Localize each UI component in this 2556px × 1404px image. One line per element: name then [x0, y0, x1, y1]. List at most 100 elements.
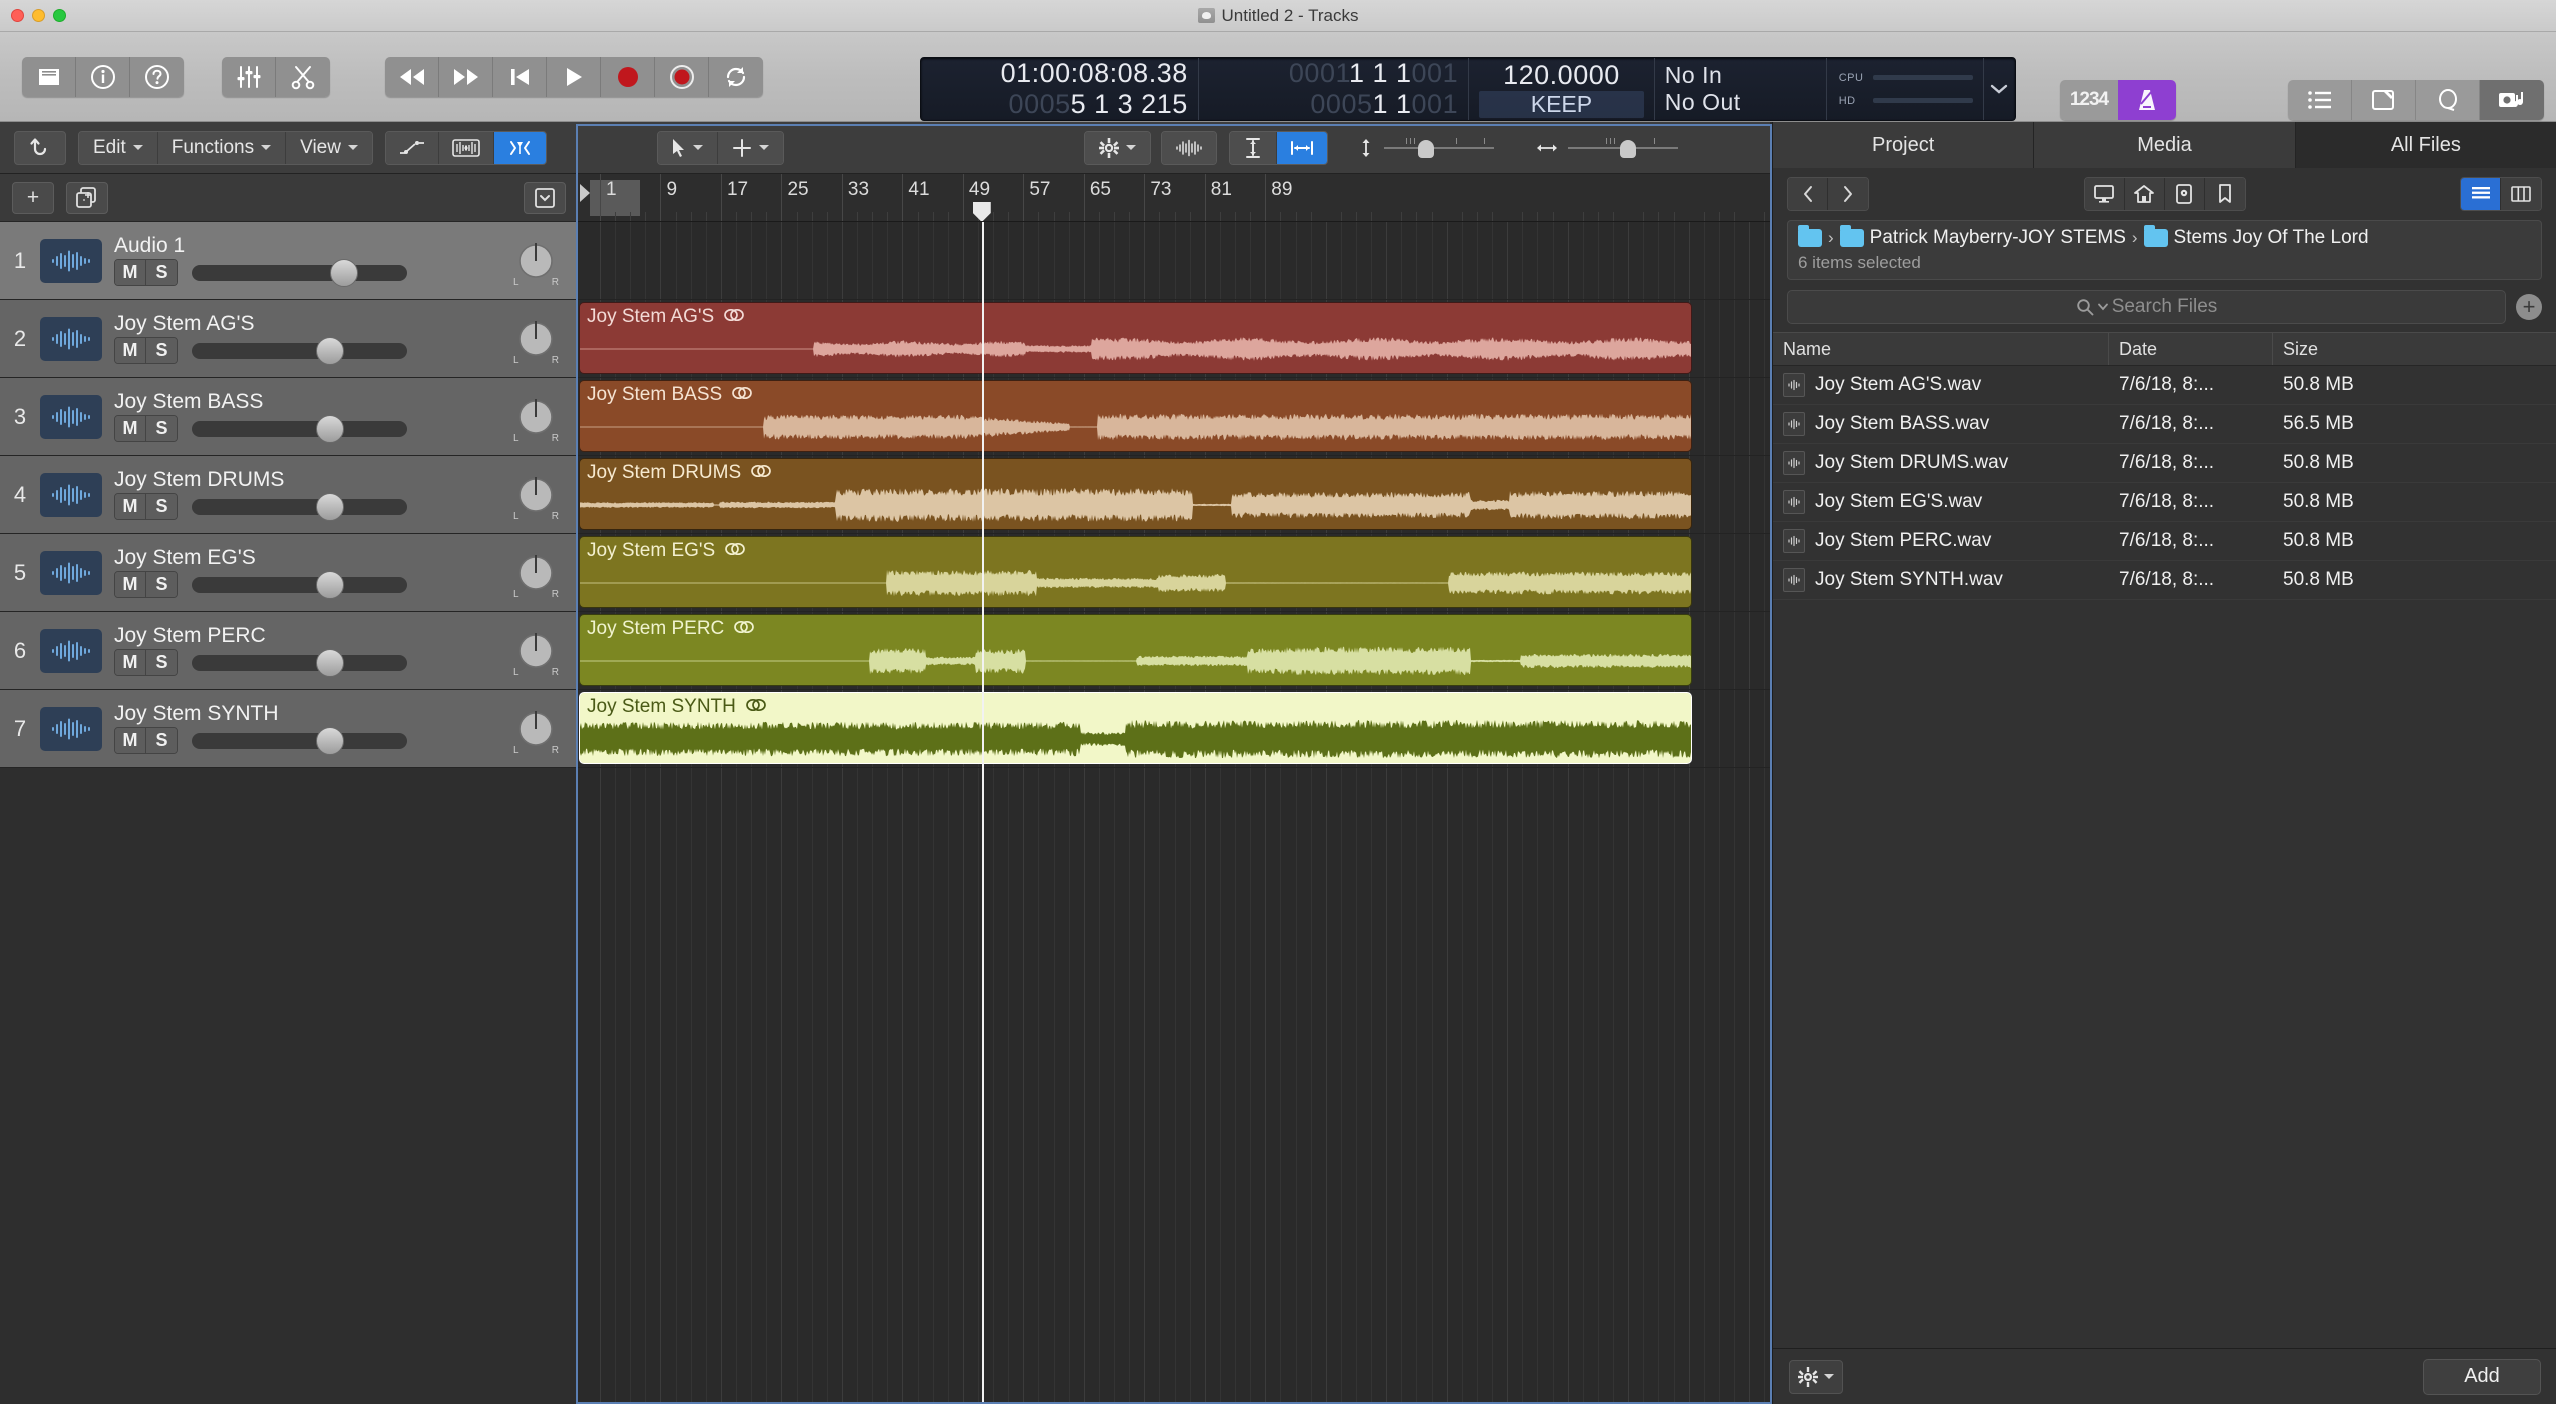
duplicate-track-icon[interactable] — [66, 181, 108, 214]
mute-button[interactable]: M — [115, 338, 146, 363]
mute-button[interactable]: M — [115, 416, 146, 441]
file-row[interactable]: Joy Stem AG'S.wav 7/6/18, 8:... 50.8 MB — [1773, 366, 2556, 405]
mute-button[interactable]: M — [115, 494, 146, 519]
audio-region[interactable]: Joy Stem AG'S — [579, 302, 1692, 374]
horizontal-fit-icon[interactable] — [1276, 131, 1327, 164]
list-view-icon[interactable] — [2461, 178, 2501, 210]
volume-slider[interactable] — [192, 726, 407, 755]
project-folder-icon[interactable] — [2164, 178, 2205, 210]
solo-button[interactable]: S — [146, 650, 177, 675]
inspector-info-icon[interactable] — [76, 57, 130, 97]
breadcrumb-segment-2[interactable]: Stems Joy Of The Lord — [2174, 227, 2369, 249]
track-name[interactable]: Joy Stem DRUMS — [114, 469, 577, 490]
volume-slider[interactable] — [192, 648, 407, 677]
audio-track-icon[interactable] — [40, 472, 102, 517]
lcd-display[interactable]: 01:00:08:08.38 00055 1 3 215 00011 1 100… — [920, 57, 2016, 121]
solo-button[interactable]: S — [146, 416, 177, 441]
tab-all-files[interactable]: All Files — [2295, 122, 2556, 168]
cycle-icon[interactable] — [709, 57, 763, 97]
track-name[interactable]: Joy Stem PERC — [114, 625, 577, 646]
audio-track-icon[interactable] — [40, 394, 102, 439]
mixer-faders-icon[interactable] — [222, 57, 276, 97]
waveform-icon[interactable] — [1161, 131, 1216, 164]
computer-icon[interactable] — [2084, 178, 2125, 210]
media-browser-icon[interactable] — [2480, 80, 2544, 120]
lcd-position[interactable]: 01:00:08:08.38 00055 1 3 215 — [921, 58, 1199, 120]
audio-region[interactable]: Joy Stem PERC — [579, 614, 1692, 686]
track-header[interactable]: 4 Joy Stem DRUMS M S L R — [0, 456, 577, 534]
undo-arrow-icon[interactable] — [14, 130, 66, 165]
tab-media[interactable]: Media — [2034, 122, 2296, 168]
track-name[interactable]: Joy Stem SYNTH — [114, 703, 577, 724]
horizontal-zoom-slider[interactable] — [1522, 131, 1692, 165]
breadcrumb-segment-1[interactable]: Patrick Mayberry-JOY STEMS — [1870, 227, 2126, 249]
record-icon[interactable] — [601, 57, 655, 97]
solo-button[interactable]: S — [146, 338, 177, 363]
track-header[interactable]: 6 Joy Stem PERC M S L R — [0, 612, 577, 690]
arrange-canvas[interactable]: Joy Stem AG'S Joy Stem BASS Joy Stem DRUMS… — [578, 222, 1770, 1404]
menu-edit[interactable]: Edit — [79, 131, 158, 164]
pan-knob[interactable] — [513, 392, 559, 438]
track-name[interactable]: Joy Stem EG'S — [114, 547, 577, 568]
solo-button[interactable]: S — [146, 260, 177, 285]
volume-slider[interactable] — [192, 414, 407, 443]
pan-knob[interactable] — [513, 548, 559, 594]
audio-region[interactable]: Joy Stem DRUMS — [579, 458, 1692, 530]
column-header-size[interactable]: Size — [2273, 333, 2556, 365]
list-editors-icon[interactable] — [2288, 80, 2352, 120]
count-in-button[interactable]: 1234 — [2060, 80, 2118, 120]
audio-region[interactable]: Joy Stem SYNTH — [579, 692, 1692, 764]
play-icon[interactable] — [547, 57, 601, 97]
browser-action-gear-icon[interactable] — [1789, 1359, 1843, 1394]
track-name[interactable]: Joy Stem AG'S — [114, 313, 577, 334]
quick-help-icon[interactable] — [130, 57, 184, 97]
menu-view[interactable]: View — [286, 131, 372, 164]
go-to-beginning-icon[interactable] — [493, 57, 547, 97]
search-input[interactable]: Search Files — [1787, 290, 2506, 324]
pointer-tool[interactable] — [657, 131, 718, 164]
track-name[interactable]: Joy Stem BASS — [114, 391, 577, 412]
pan-knob[interactable] — [513, 314, 559, 360]
flex-time-icon[interactable] — [438, 131, 494, 164]
loops-icon[interactable] — [2416, 80, 2480, 120]
bar-ruler[interactable]: 1 9 17 25 33 41 49 57 65 73 81 89 — [578, 174, 1770, 222]
track-header[interactable]: 7 Joy Stem SYNTH M S L R — [0, 690, 577, 768]
automation-icon[interactable] — [385, 131, 439, 164]
track-header[interactable]: 1 Audio 1 MS LR — [0, 222, 577, 300]
mute-button[interactable]: M — [115, 572, 146, 597]
volume-slider[interactable] — [192, 258, 407, 287]
volume-slider[interactable] — [192, 336, 407, 365]
mute-button[interactable]: M — [115, 650, 146, 675]
file-row[interactable]: Joy Stem SYNTH.wav 7/6/18, 8:... 50.8 MB — [1773, 561, 2556, 600]
snap-to-icon[interactable] — [493, 131, 546, 164]
metronome-icon[interactable] — [2118, 80, 2176, 120]
volume-slider[interactable] — [192, 492, 407, 521]
breadcrumb[interactable]: › Patrick Mayberry-JOY STEMS › Stems Joy… — [1787, 220, 2542, 280]
track-header[interactable]: 3 Joy Stem BASS M S L R — [0, 378, 577, 456]
mute-button[interactable]: M — [115, 260, 146, 285]
add-button[interactable]: Add — [2423, 1358, 2541, 1395]
audio-region[interactable]: Joy Stem EG'S — [579, 536, 1692, 608]
pan-knob[interactable] — [513, 626, 559, 672]
file-row[interactable]: Joy Stem DRUMS.wav 7/6/18, 8:... 50.8 MB — [1773, 444, 2556, 483]
audio-region[interactable]: Joy Stem BASS — [579, 380, 1692, 452]
lcd-locators[interactable]: 00011 1 1001 00051 1001 — [1199, 58, 1470, 120]
column-header-name[interactable]: Name — [1773, 333, 2109, 365]
column-view-icon[interactable] — [2501, 178, 2541, 210]
lcd-expand-chevron-icon[interactable] — [1984, 58, 2015, 120]
chevron-right-icon[interactable] — [1828, 178, 1868, 210]
audio-track-icon[interactable] — [40, 316, 102, 361]
library-icon[interactable] — [22, 57, 76, 97]
folder-icon[interactable] — [1839, 225, 1864, 247]
track-header[interactable]: 2 Joy Stem AG'S M S L R — [0, 300, 577, 378]
file-row[interactable]: Joy Stem BASS.wav 7/6/18, 8:... 56.5 MB — [1773, 405, 2556, 444]
audio-track-icon[interactable] — [40, 706, 102, 751]
solo-button[interactable]: S — [146, 494, 177, 519]
smart-controls-scissors-icon[interactable] — [276, 57, 330, 97]
audio-track-icon[interactable] — [40, 550, 102, 595]
volume-slider[interactable] — [192, 570, 407, 599]
pan-knob[interactable] — [513, 470, 559, 516]
track-name[interactable]: Audio 1 — [114, 235, 577, 256]
menu-functions[interactable]: Functions — [157, 131, 287, 164]
track-header-config-icon[interactable] — [524, 181, 566, 214]
